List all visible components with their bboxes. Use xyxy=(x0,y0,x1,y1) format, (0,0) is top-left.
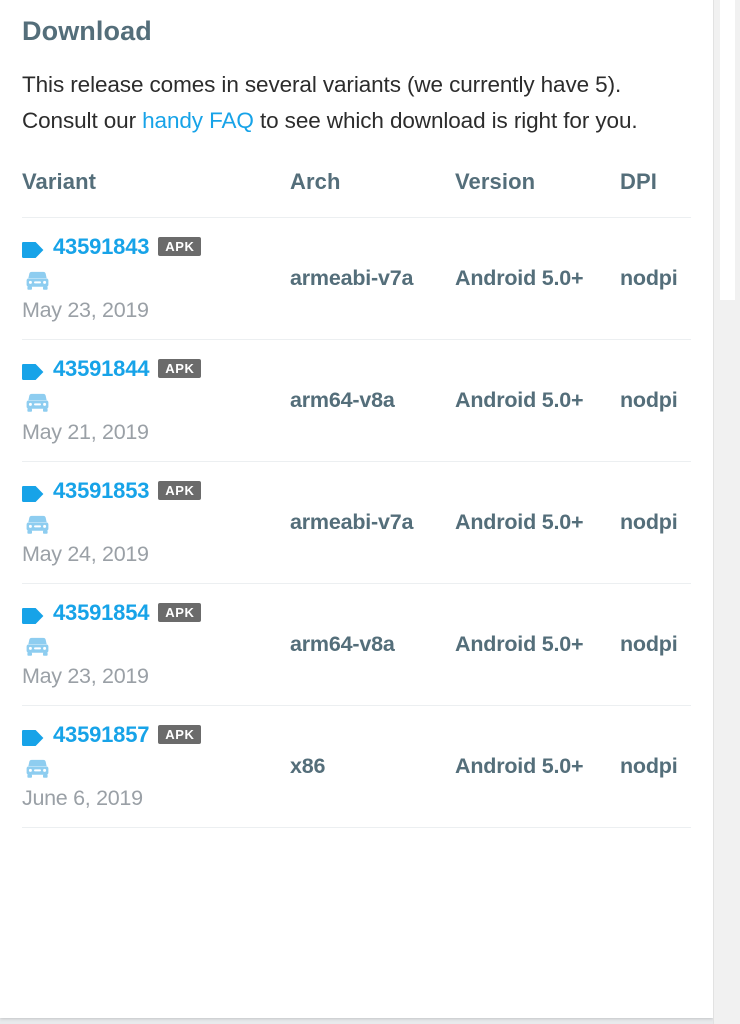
variant-date: May 24, 2019 xyxy=(22,542,149,567)
handy-faq-link[interactable]: handy FAQ xyxy=(142,108,254,133)
cell-dpi: nodpi xyxy=(620,754,678,779)
variant-line: 43591853 APK xyxy=(22,475,290,507)
table-row[interactable]: 43591844 APK May 21, 2019 arm64-v8a Andr… xyxy=(22,339,691,462)
column-header-arch: Arch xyxy=(290,169,341,195)
variant-code-link[interactable]: 43591843 xyxy=(53,234,149,260)
tag-icon xyxy=(22,605,44,625)
cell-dpi: nodpi xyxy=(620,510,678,535)
cell-arch: arm64-v8a xyxy=(290,388,395,413)
variant-code-link[interactable]: 43591853 xyxy=(53,478,149,504)
page-root: Download This release comes in several v… xyxy=(0,0,740,1024)
cell-version: Android 5.0+ xyxy=(455,754,584,779)
column-header-variant: Variant xyxy=(22,169,97,195)
download-card: Download This release comes in several v… xyxy=(0,0,713,1018)
cell-arch: armeabi-v7a xyxy=(290,510,414,535)
table-row[interactable]: 43591853 APK May 24, 2019 armeabi-v7a An… xyxy=(22,461,691,584)
cell-arch: armeabi-v7a xyxy=(290,266,414,291)
variant-line: 43591854 APK xyxy=(22,597,290,629)
page-title: Download xyxy=(22,16,152,46)
cell-variant: 43591853 APK May 24, 2019 xyxy=(22,462,290,584)
variant-date: May 23, 2019 xyxy=(22,298,149,323)
table-header-row: Variant Arch Version DPI xyxy=(22,169,691,218)
car-icon xyxy=(24,393,51,415)
car-icon xyxy=(24,515,51,537)
cell-variant: 43591857 APK June 6, 2019 xyxy=(22,706,290,828)
variant-date: May 23, 2019 xyxy=(22,664,149,689)
car-icon xyxy=(24,637,51,659)
column-header-dpi: DPI xyxy=(620,169,657,195)
tag-icon xyxy=(22,361,44,381)
cell-arch: arm64-v8a xyxy=(290,632,395,657)
cell-dpi: nodpi xyxy=(620,632,678,657)
cell-version: Android 5.0+ xyxy=(455,266,584,291)
tag-icon xyxy=(22,239,44,259)
variant-code-link[interactable]: 43591857 xyxy=(53,722,149,748)
cell-dpi: nodpi xyxy=(620,388,678,413)
variant-code-link[interactable]: 43591854 xyxy=(53,600,149,626)
cell-variant: 43591844 APK May 21, 2019 xyxy=(22,340,290,462)
apk-badge: APK xyxy=(158,480,201,500)
table-row[interactable]: 43591857 APK June 6, 2019 x86 Android 5.… xyxy=(22,705,691,828)
cell-version: Android 5.0+ xyxy=(455,510,584,535)
variants-table: Variant Arch Version DPI 43591843 APK Ma… xyxy=(22,169,691,828)
table-row[interactable]: 43591843 APK May 23, 2019 armeabi-v7a An… xyxy=(22,217,691,340)
table-body: 43591843 APK May 23, 2019 armeabi-v7a An… xyxy=(22,217,691,828)
apk-badge: APK xyxy=(158,236,201,256)
variant-code-link[interactable]: 43591844 xyxy=(53,356,149,382)
intro-text-suffix: to see which download is right for you. xyxy=(253,108,638,134)
table-row[interactable]: 43591854 APK May 23, 2019 arm64-v8a Andr… xyxy=(22,583,691,706)
intro-paragraph: This release comes in several variants (… xyxy=(22,67,691,139)
apk-badge: APK xyxy=(158,602,201,622)
car-icon xyxy=(24,759,51,781)
apk-badge: APK xyxy=(158,358,201,378)
cell-dpi: nodpi xyxy=(620,266,678,291)
tag-icon xyxy=(22,483,44,503)
variant-line: 43591857 APK xyxy=(22,719,290,751)
column-header-version: Version xyxy=(455,169,536,195)
variant-date: May 21, 2019 xyxy=(22,420,149,445)
variant-date: June 6, 2019 xyxy=(22,786,143,811)
cell-variant: 43591843 APK May 23, 2019 xyxy=(22,218,290,340)
apk-badge: APK xyxy=(158,724,201,744)
cell-arch: x86 xyxy=(290,754,326,779)
variant-line: 43591843 APK xyxy=(22,231,290,263)
car-icon xyxy=(24,271,51,293)
scrollbar-thumb[interactable] xyxy=(720,0,735,300)
cell-version: Android 5.0+ xyxy=(455,632,584,657)
card-inner: Download This release comes in several v… xyxy=(0,0,713,828)
cell-version: Android 5.0+ xyxy=(455,388,584,413)
cell-variant: 43591854 APK May 23, 2019 xyxy=(22,584,290,706)
variant-line: 43591844 APK xyxy=(22,353,290,385)
table-header: Variant Arch Version DPI xyxy=(22,169,691,218)
vertical-scrollbar[interactable] xyxy=(713,0,740,1024)
tag-icon xyxy=(22,727,44,747)
